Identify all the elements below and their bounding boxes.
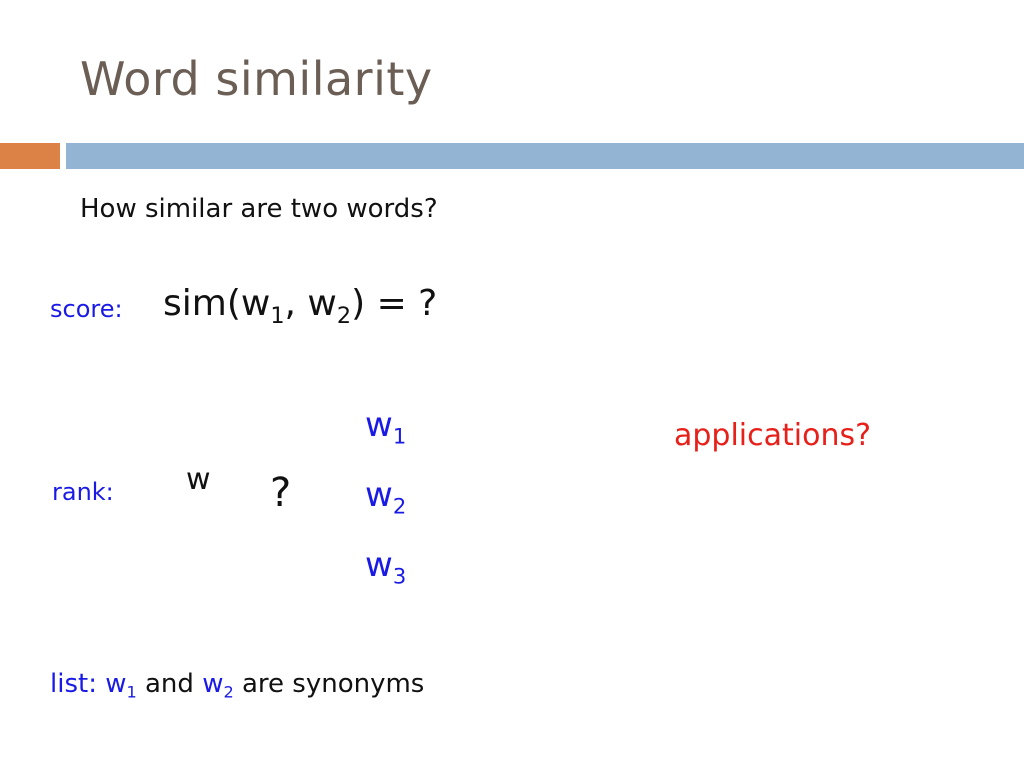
list-and: and: [136, 669, 203, 699]
candidate-word-1: w1: [365, 405, 406, 448]
candidate-word-3: w3: [365, 545, 406, 588]
applications-note: applications?: [674, 418, 872, 453]
accent-bar-orange: [0, 143, 60, 169]
target-word: w: [186, 462, 211, 497]
score-label: score:: [50, 295, 123, 323]
candidate-sub: 2: [392, 493, 407, 519]
similarity-formula: sim(w1, w2) = ?: [163, 283, 437, 329]
list-w2-sub: 2: [223, 682, 234, 702]
formula-sub-2: 2: [336, 302, 352, 329]
list-label: list:: [50, 669, 97, 699]
rank-question-mark: ?: [270, 470, 292, 516]
list-tail: are synonyms: [233, 669, 425, 699]
list-w1-sub: 1: [126, 682, 137, 702]
candidate-base: w: [365, 475, 393, 515]
list-w2: w: [202, 669, 224, 699]
list-w1: w: [105, 669, 127, 699]
subtitle-question: How similar are two words?: [80, 194, 438, 224]
candidate-word-2: w2: [365, 475, 406, 518]
list-example: list: w1 and w2 are synonyms: [50, 669, 424, 702]
candidate-sub: 1: [392, 423, 407, 449]
formula-sep: , w: [284, 283, 337, 324]
accent-bar-blue: [66, 143, 1024, 169]
candidate-sub: 3: [392, 563, 407, 589]
formula-sub-1: 1: [270, 302, 285, 329]
candidate-base: w: [365, 545, 393, 585]
slide-title: Word similarity: [80, 52, 433, 106]
candidate-base: w: [365, 405, 393, 445]
rank-label: rank:: [52, 478, 114, 506]
formula-func: sim(w: [163, 283, 271, 324]
formula-tail: ) = ?: [351, 283, 438, 324]
